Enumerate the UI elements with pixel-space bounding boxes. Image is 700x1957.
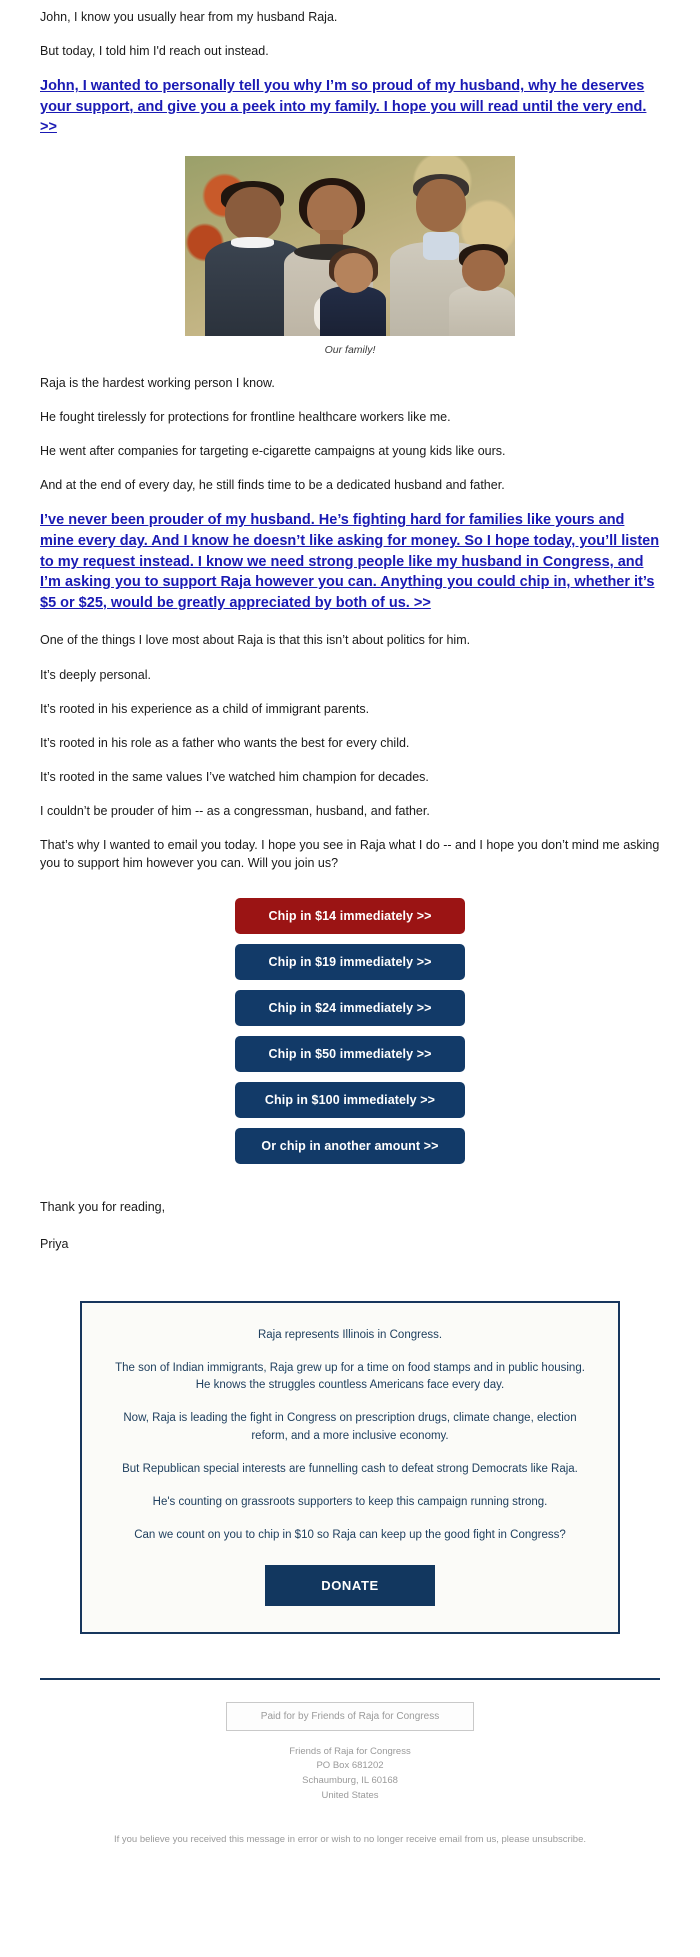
donate-button-24[interactable]: Chip in $24 immediately >> (235, 990, 465, 1027)
photo-person-man-shirt (422, 231, 459, 261)
info-paragraph-3: Now, Raja is leading the fight in Congre… (123, 1412, 577, 1442)
photo-person-teen-head (224, 186, 281, 241)
info-paragraph-4: But Republican special interests are fun… (122, 1462, 578, 1475)
photo-person-girl-body (320, 285, 387, 336)
story-paragraph-11: That’s why I wanted to email you today. … (40, 838, 660, 871)
photo-person-man-head (416, 179, 466, 232)
donation-button-group: Chip in $14 immediately >> Chip in $19 i… (40, 888, 660, 1180)
unsubscribe-disclaimer[interactable]: If you believe you received this message… (40, 1834, 660, 1845)
donate-button-50[interactable]: Chip in $50 immediately >> (235, 1036, 465, 1073)
donate-button-other[interactable]: Or chip in another amount >> (235, 1128, 465, 1165)
info-paragraph-5: He's counting on grassroots supporters t… (152, 1496, 548, 1509)
email-footer: Paid for by Friends of Raja for Congress… (0, 1634, 700, 1879)
paid-for-row: Paid for by Friends of Raja for Congress (40, 1701, 660, 1731)
unsubscribe-text: If you believe you received this message… (113, 1833, 587, 1845)
footer-divider (40, 1677, 660, 1680)
signoff-line-1: Thank you for reading, (40, 1200, 166, 1215)
story-paragraph-10: I couldn’t be prouder of him -- as a con… (40, 804, 430, 818)
donate-button-19[interactable]: Chip in $19 immediately >> (235, 944, 465, 981)
address-po-box: PO Box 681202 (316, 1760, 384, 1772)
paid-for-disclosure: Paid for by Friends of Raja for Congress (225, 1701, 475, 1731)
email-body: John, I know you usually hear from my hu… (0, 0, 700, 1879)
story-paragraph-7: It’s rooted in his experience as a child… (40, 701, 370, 716)
story-paragraph-6: It’s deeply personal. (40, 667, 151, 682)
story-paragraph-1: Raja is the hardest working person I kno… (40, 375, 275, 390)
story-paragraph-9: It’s rooted in the same values I’ve watc… (40, 769, 429, 784)
donate-button-14[interactable]: Chip in $14 immediately >> (235, 898, 465, 935)
info-paragraph-6: Can we count on you to chip in $10 so Ra… (134, 1529, 566, 1542)
address-city-state-zip: Schaumburg, IL 60168 (302, 1775, 398, 1787)
message-content: John, I know you usually hear from my hu… (0, 0, 700, 1253)
address-org: Friends of Raja for Congress (289, 1745, 411, 1757)
photo-caption: Our family! (324, 343, 376, 356)
address-country: United States (321, 1789, 379, 1801)
info-paragraph-1: Raja represents Illinois in Congress. (257, 1328, 443, 1341)
info-box-section: Raja represents Illinois in Congress. Th… (0, 1253, 700, 1634)
secondary-story-link[interactable]: I’ve never been prouder of my husband. H… (40, 510, 660, 613)
candidate-info-box: Raja represents Illinois in Congress. Th… (80, 1300, 620, 1634)
photo-person-boy-body (449, 285, 515, 336)
info-paragraph-2: The son of Indian immigrants, Raja grew … (115, 1361, 585, 1392)
photo-person-girl-head (333, 253, 374, 293)
story-paragraph-8: It’s rooted in his role as a father who … (40, 735, 410, 750)
signoff-line-2: Priya (40, 1236, 69, 1251)
story-paragraph-3: He went after companies for targeting e-… (40, 444, 506, 459)
intro-line-2: But today, I told him I'd reach out inst… (40, 44, 269, 59)
donate-button-100[interactable]: Chip in $100 immediately >> (235, 1082, 465, 1119)
story-paragraph-5: One of the things I love most about Raja… (40, 633, 471, 648)
family-photo-block: Our family! (40, 155, 660, 356)
story-paragraph-2: He fought tirelessly for protections for… (40, 410, 451, 425)
photo-person-teen-collar (231, 236, 275, 248)
primary-story-link[interactable]: John, I wanted to personally tell you wh… (40, 76, 660, 138)
donate-main-button[interactable]: DONATE (265, 1564, 435, 1606)
family-photo (185, 155, 515, 336)
story-paragraph-4: And at the end of every day, he still fi… (40, 478, 505, 493)
intro-line-1: John, I know you usually hear from my hu… (40, 10, 338, 24)
photo-person-boy-head (462, 249, 506, 291)
mailing-address: Friends of Raja for Congress PO Box 6812… (40, 1745, 660, 1804)
